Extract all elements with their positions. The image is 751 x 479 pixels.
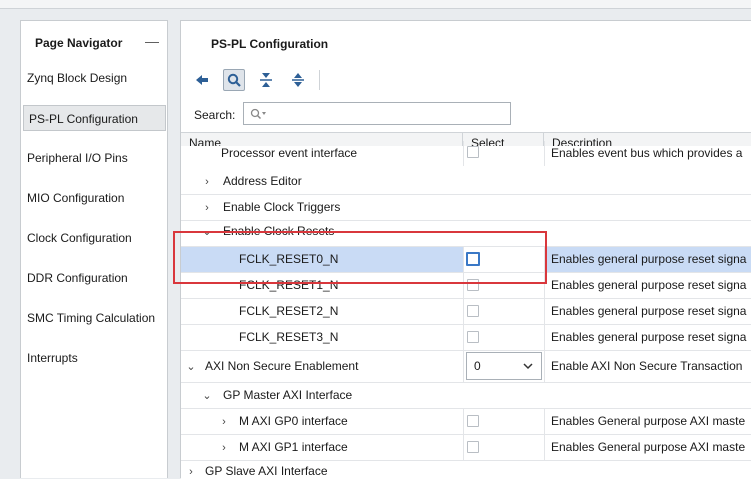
expand-all-icon[interactable] xyxy=(287,69,309,91)
select-cell xyxy=(463,299,545,324)
row-name-cell: ⌄ AXI Non Secure Enablement xyxy=(181,351,466,382)
row-description: Enables General purpose AXI maste xyxy=(551,440,746,454)
collapse-all-icon[interactable] xyxy=(255,69,277,91)
row-name: Address Editor xyxy=(223,174,302,188)
search-icon[interactable] xyxy=(223,69,245,91)
row-name-cell: › GP Slave AXI Interface xyxy=(181,459,466,479)
row-name-cell: ⌄ GP Master AXI Interface xyxy=(181,383,482,408)
select-checkbox[interactable] xyxy=(467,305,479,317)
row-name: GP Slave AXI Interface xyxy=(205,464,328,478)
chevron-right-icon[interactable]: › xyxy=(218,410,230,434)
row-name-cell: › M AXI GP1 interface xyxy=(181,435,499,460)
page-navigator-panel: Page Navigator — Zynq Block Design PS-PL… xyxy=(20,20,168,478)
nav-item-peripheral-io-pins[interactable]: Peripheral I/O Pins xyxy=(22,145,167,171)
nav-item-ps-pl-configuration[interactable]: PS-PL Configuration xyxy=(23,105,166,131)
row-name: Enable Clock Triggers xyxy=(223,200,341,214)
row-description: Enables event bus which provides a xyxy=(551,146,743,160)
select-checkbox[interactable] xyxy=(467,441,479,453)
nav-item-zynq-block-design[interactable]: Zynq Block Design xyxy=(22,65,167,91)
row-description: Enables General purpose AXI maste xyxy=(551,414,746,428)
row-name: AXI Non Secure Enablement xyxy=(205,359,359,373)
row-name: Enable Clock Resets xyxy=(223,224,335,238)
nav-item-interrupts[interactable]: Interrupts xyxy=(22,345,167,371)
row-name: M AXI GP0 interface xyxy=(239,414,348,428)
page-navigator-title: Page Navigator xyxy=(35,36,123,50)
chevron-right-icon[interactable]: › xyxy=(185,460,197,479)
row-name-cell: › Enable Clock Triggers xyxy=(181,195,482,220)
table-row[interactable]: Processor event interface Enables event … xyxy=(181,141,751,170)
table-row[interactable]: FCLK_RESET3_N Enables general purpose re… xyxy=(181,325,751,351)
select-cell xyxy=(463,273,545,298)
row-description: Enable AXI Non Secure Transaction xyxy=(551,359,743,373)
table-row[interactable]: ⌄ GP Master AXI Interface xyxy=(181,383,751,409)
table-row[interactable]: ⌄ AXI Non Secure Enablement 0 Enable AXI … xyxy=(181,351,751,383)
chevron-down-icon xyxy=(523,353,533,379)
table-row[interactable]: › M AXI GP0 interface Enables General pur… xyxy=(181,409,751,435)
row-name: M AXI GP1 interface xyxy=(239,440,348,454)
select-checkbox[interactable] xyxy=(467,146,479,158)
toolbar xyxy=(191,68,330,92)
chevron-down-icon[interactable]: ⌄ xyxy=(185,352,197,382)
select-cell xyxy=(463,141,545,166)
table-row[interactable]: › Address Editor xyxy=(181,169,751,195)
axi-non-secure-dropdown[interactable]: 0 xyxy=(466,352,542,380)
dropdown-value: 0 xyxy=(474,359,481,373)
row-name-cell: › Address Editor xyxy=(181,169,482,194)
table-row[interactable]: FCLK_RESET2_N Enables general purpose re… xyxy=(181,299,751,325)
configuration-table: Name Select Description Processor event … xyxy=(181,132,751,479)
chevron-right-icon[interactable]: › xyxy=(218,436,230,460)
select-cell: 0 xyxy=(463,351,545,382)
nav-item-ddr-configuration[interactable]: DDR Configuration xyxy=(22,265,167,291)
toolbar-separator xyxy=(319,70,320,90)
row-name-cell: › M AXI GP0 interface xyxy=(181,409,499,434)
select-checkbox[interactable] xyxy=(467,415,479,427)
row-name: GP Master AXI Interface xyxy=(223,388,353,402)
nav-item-smc-timing-calculation[interactable]: SMC Timing Calculation xyxy=(22,305,167,331)
chevron-right-icon[interactable]: › xyxy=(201,170,213,194)
minimize-icon[interactable]: — xyxy=(145,33,159,49)
select-cell xyxy=(463,247,545,272)
table-row-selected[interactable]: FCLK_RESET0_N Enables general purpose re… xyxy=(181,247,751,273)
chevron-down-icon[interactable]: ⌄ xyxy=(201,220,213,244)
table-row[interactable]: › M AXI GP1 interface Enables General pur… xyxy=(181,435,751,461)
search-field-icon xyxy=(250,108,266,119)
nav-item-clock-configuration[interactable]: Clock Configuration xyxy=(22,225,167,251)
row-description: Enables general purpose reset signa xyxy=(551,252,747,266)
back-icon[interactable] xyxy=(191,69,213,91)
top-toolbar-strip xyxy=(0,0,751,9)
chevron-right-icon[interactable]: › xyxy=(201,196,213,220)
select-cell xyxy=(463,409,545,434)
select-cell xyxy=(463,325,545,350)
table-row[interactable]: › Enable Clock Triggers xyxy=(181,195,751,221)
page-title: PS-PL Configuration xyxy=(211,37,329,51)
select-checkbox[interactable] xyxy=(467,279,479,291)
search-input[interactable] xyxy=(268,105,510,122)
row-description: Enables general purpose reset signa xyxy=(551,330,747,344)
row-description: Enables general purpose reset signa xyxy=(551,304,747,318)
row-name: Processor event interface xyxy=(221,146,358,160)
search-label: Search: xyxy=(194,108,236,122)
chevron-down-icon[interactable]: ⌄ xyxy=(201,384,213,408)
select-cell xyxy=(463,435,545,460)
nav-item-mio-configuration[interactable]: MIO Configuration xyxy=(22,185,167,211)
select-checkbox[interactable] xyxy=(467,331,479,343)
row-name-cell: ⌄ Enable Clock Resets xyxy=(181,219,482,244)
table-row[interactable]: ⌄ Enable Clock Resets xyxy=(181,221,751,247)
table-row[interactable]: FCLK_RESET1_N Enables general purpose re… xyxy=(181,273,751,299)
row-description: Enables general purpose reset signa xyxy=(551,278,747,292)
ps-pl-configuration-panel: PS-PL Configuration Search: Name Select … xyxy=(180,20,751,479)
search-field[interactable] xyxy=(243,102,511,125)
table-row[interactable]: › GP Slave AXI Interface xyxy=(181,461,751,479)
select-checkbox[interactable] xyxy=(466,252,480,266)
